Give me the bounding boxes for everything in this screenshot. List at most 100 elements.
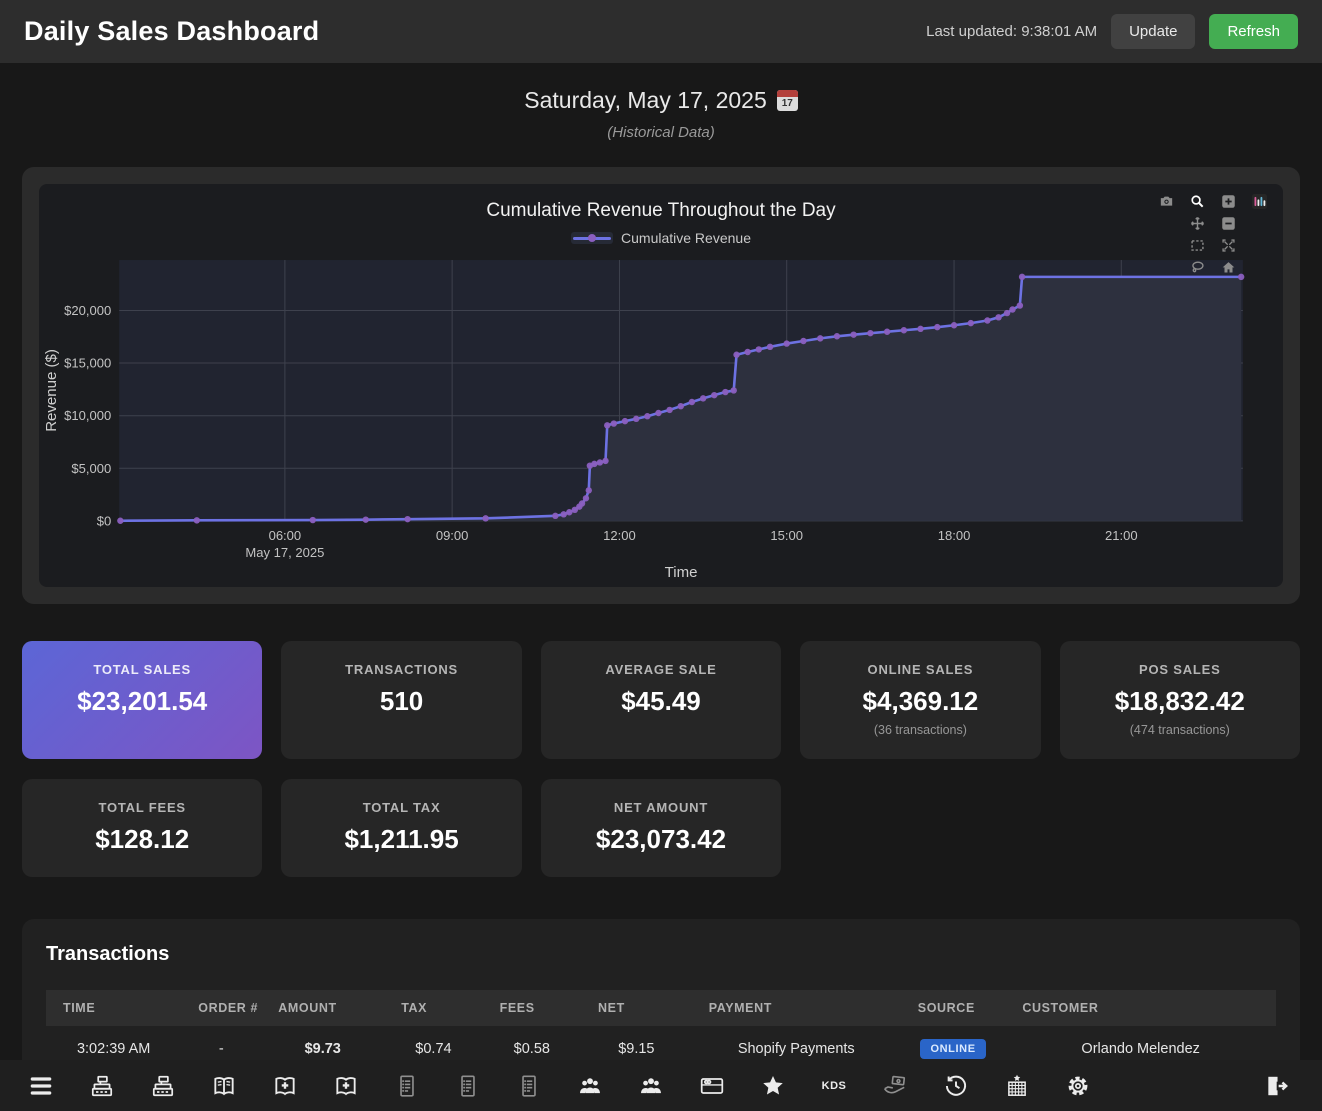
col-source: SOURCE — [901, 990, 1006, 1026]
header-actions: Last updated: 9:38:01 AM Update Refresh — [926, 14, 1298, 49]
tips-icon[interactable] — [874, 1068, 916, 1104]
stat-value: $4,369.12 — [808, 686, 1032, 717]
stat-card-average-sale: AVERAGE SALE $45.49 — [541, 641, 781, 759]
stat-value: $128.12 — [30, 824, 254, 855]
svg-text:Revenue ($): Revenue ($) — [43, 349, 60, 432]
zoom-out-icon[interactable] — [1218, 214, 1240, 232]
kds-button[interactable]: KDS — [813, 1068, 855, 1104]
stat-label: TOTAL TAX — [289, 800, 513, 815]
svg-text:$15,000: $15,000 — [64, 356, 111, 371]
gift-card-icon[interactable] — [691, 1068, 733, 1104]
svg-text:09:00: 09:00 — [436, 528, 469, 543]
svg-text:15:00: 15:00 — [770, 528, 803, 543]
stat-value: $45.49 — [549, 686, 773, 717]
svg-text:12:00: 12:00 — [603, 528, 636, 543]
home-icon[interactable] — [1218, 258, 1240, 276]
stat-label: AVERAGE SALE — [549, 662, 773, 677]
receipt-2-icon[interactable] — [447, 1068, 489, 1104]
plotly-logo-icon[interactable] — [1249, 192, 1271, 210]
transactions-section: Transactions TIME ORDER # AMOUNT TAX FEE… — [22, 919, 1300, 1073]
stat-subtext: (36 transactions) — [808, 723, 1032, 737]
svg-text:18:00: 18:00 — [938, 528, 971, 543]
zoom-icon[interactable] — [1187, 192, 1209, 210]
svg-text:21:00: 21:00 — [1105, 528, 1138, 543]
col-customer: CUSTOMER — [1005, 990, 1276, 1026]
stat-card-net-amount: NET AMOUNT $23,073.42 — [541, 779, 781, 877]
svg-text:$10,000: $10,000 — [64, 408, 111, 423]
stat-label: ONLINE SALES — [808, 662, 1032, 677]
stat-label: TOTAL FEES — [30, 800, 254, 815]
star-icon[interactable] — [752, 1068, 794, 1104]
stat-value: 510 — [289, 686, 513, 717]
lasso-icon[interactable] — [1187, 258, 1209, 276]
stat-card-online-sales: ONLINE SALES $4,369.12 (36 transactions) — [800, 641, 1040, 759]
col-payment: PAYMENT — [692, 990, 901, 1026]
bottom-toolbar: KDS — [0, 1060, 1322, 1111]
stat-card-total-sales: TOTAL SALES $23,201.54 — [22, 641, 262, 759]
stat-card-pos-sales: POS SALES $18,832.42 (474 transactions) — [1060, 641, 1300, 759]
col-net: NET — [581, 990, 692, 1026]
cumulative-revenue-chart[interactable]: $0 $5,000 $10,000 $15,000 $20,000 06:00 09:00 1… — [39, 252, 1283, 583]
stat-subtext: (474 transactions) — [1068, 723, 1292, 737]
logout-icon[interactable] — [1256, 1068, 1298, 1104]
date-text: Saturday, May 17, 2025 — [524, 87, 767, 114]
stat-card-total-tax: TOTAL TAX$1,211.95 — [281, 779, 521, 877]
stat-card-transactions: TRANSACTIONS 510 — [281, 641, 521, 759]
receipt-3-icon[interactable] — [508, 1068, 550, 1104]
stat-value: $18,832.42 — [1068, 686, 1292, 717]
legend-line-marker-swatch — [571, 232, 613, 244]
open-book-icon[interactable] — [203, 1068, 245, 1104]
source-badge: ONLINE — [920, 1039, 985, 1059]
box-select-icon[interactable] — [1187, 236, 1209, 254]
book-add-2-icon[interactable] — [325, 1068, 367, 1104]
stat-value: $23,073.42 — [549, 824, 773, 855]
stats-row-primary: TOTAL SALES $23,201.54 TRANSACTIONS 510 AVER… — [22, 641, 1300, 759]
calendar-icon: 17 — [777, 90, 798, 111]
cash-register-icon[interactable] — [81, 1068, 123, 1104]
date-heading: Saturday, May 17, 2025 17 — [524, 87, 798, 114]
table-header-row: TIME ORDER # AMOUNT TAX FEES NET PAYMENT… — [46, 990, 1276, 1026]
camera-icon[interactable] — [1156, 192, 1178, 210]
customers-2-icon[interactable] — [630, 1068, 672, 1104]
menu-icon[interactable] — [20, 1068, 62, 1104]
stat-label: NET AMOUNT — [549, 800, 773, 815]
settings-gear-icon[interactable] — [1057, 1068, 1099, 1104]
pan-icon[interactable] — [1187, 214, 1209, 232]
transactions-heading: Transactions — [46, 943, 1276, 966]
customers-icon[interactable] — [569, 1068, 611, 1104]
building-icon[interactable] — [996, 1068, 1038, 1104]
svg-text:$20,000: $20,000 — [64, 303, 111, 318]
app-header: Daily Sales Dashboard Last updated: 9:38… — [0, 0, 1322, 63]
autoscale-icon[interactable] — [1218, 236, 1240, 254]
history-icon[interactable] — [935, 1068, 977, 1104]
update-button[interactable]: Update — [1111, 14, 1195, 49]
cash-register-2-icon[interactable] — [142, 1068, 184, 1104]
chart-title: Cumulative Revenue Throughout the Day — [39, 200, 1283, 222]
col-time: TIME — [46, 990, 181, 1026]
zoom-in-icon[interactable] — [1218, 192, 1240, 210]
col-amount: AMOUNT — [261, 990, 384, 1026]
stat-label: TRANSACTIONS — [289, 662, 513, 677]
plotly-modebar — [1151, 192, 1275, 280]
page-title: Daily Sales Dashboard — [24, 16, 319, 47]
refresh-button[interactable]: Refresh — [1209, 14, 1298, 49]
col-tax: TAX — [384, 990, 482, 1026]
stat-label: POS SALES — [1068, 662, 1292, 677]
stat-label: TOTAL SALES — [30, 662, 254, 677]
svg-text:$0: $0 — [97, 513, 111, 528]
svg-text:$5,000: $5,000 — [71, 461, 111, 476]
book-add-icon[interactable] — [264, 1068, 306, 1104]
last-updated-text: Last updated: 9:38:01 AM — [926, 23, 1097, 40]
col-fees: FEES — [483, 990, 581, 1026]
receipt-icon[interactable] — [386, 1068, 428, 1104]
stat-value: $23,201.54 — [30, 686, 254, 717]
date-section: Saturday, May 17, 2025 17 (Historical Da… — [0, 63, 1322, 141]
col-order: ORDER # — [181, 990, 261, 1026]
svg-text:May 17, 2025: May 17, 2025 — [245, 545, 324, 560]
revenue-chart-card: Cumulative Revenue Throughout the Day Cu… — [22, 167, 1300, 604]
chart-legend-item[interactable]: Cumulative Revenue — [39, 230, 1283, 246]
stat-card-total-fees: TOTAL FEES $128.12 — [22, 779, 262, 877]
svg-text:Time: Time — [665, 564, 698, 581]
historical-data-label: (Historical Data) — [0, 124, 1322, 141]
svg-text:06:00: 06:00 — [269, 528, 302, 543]
